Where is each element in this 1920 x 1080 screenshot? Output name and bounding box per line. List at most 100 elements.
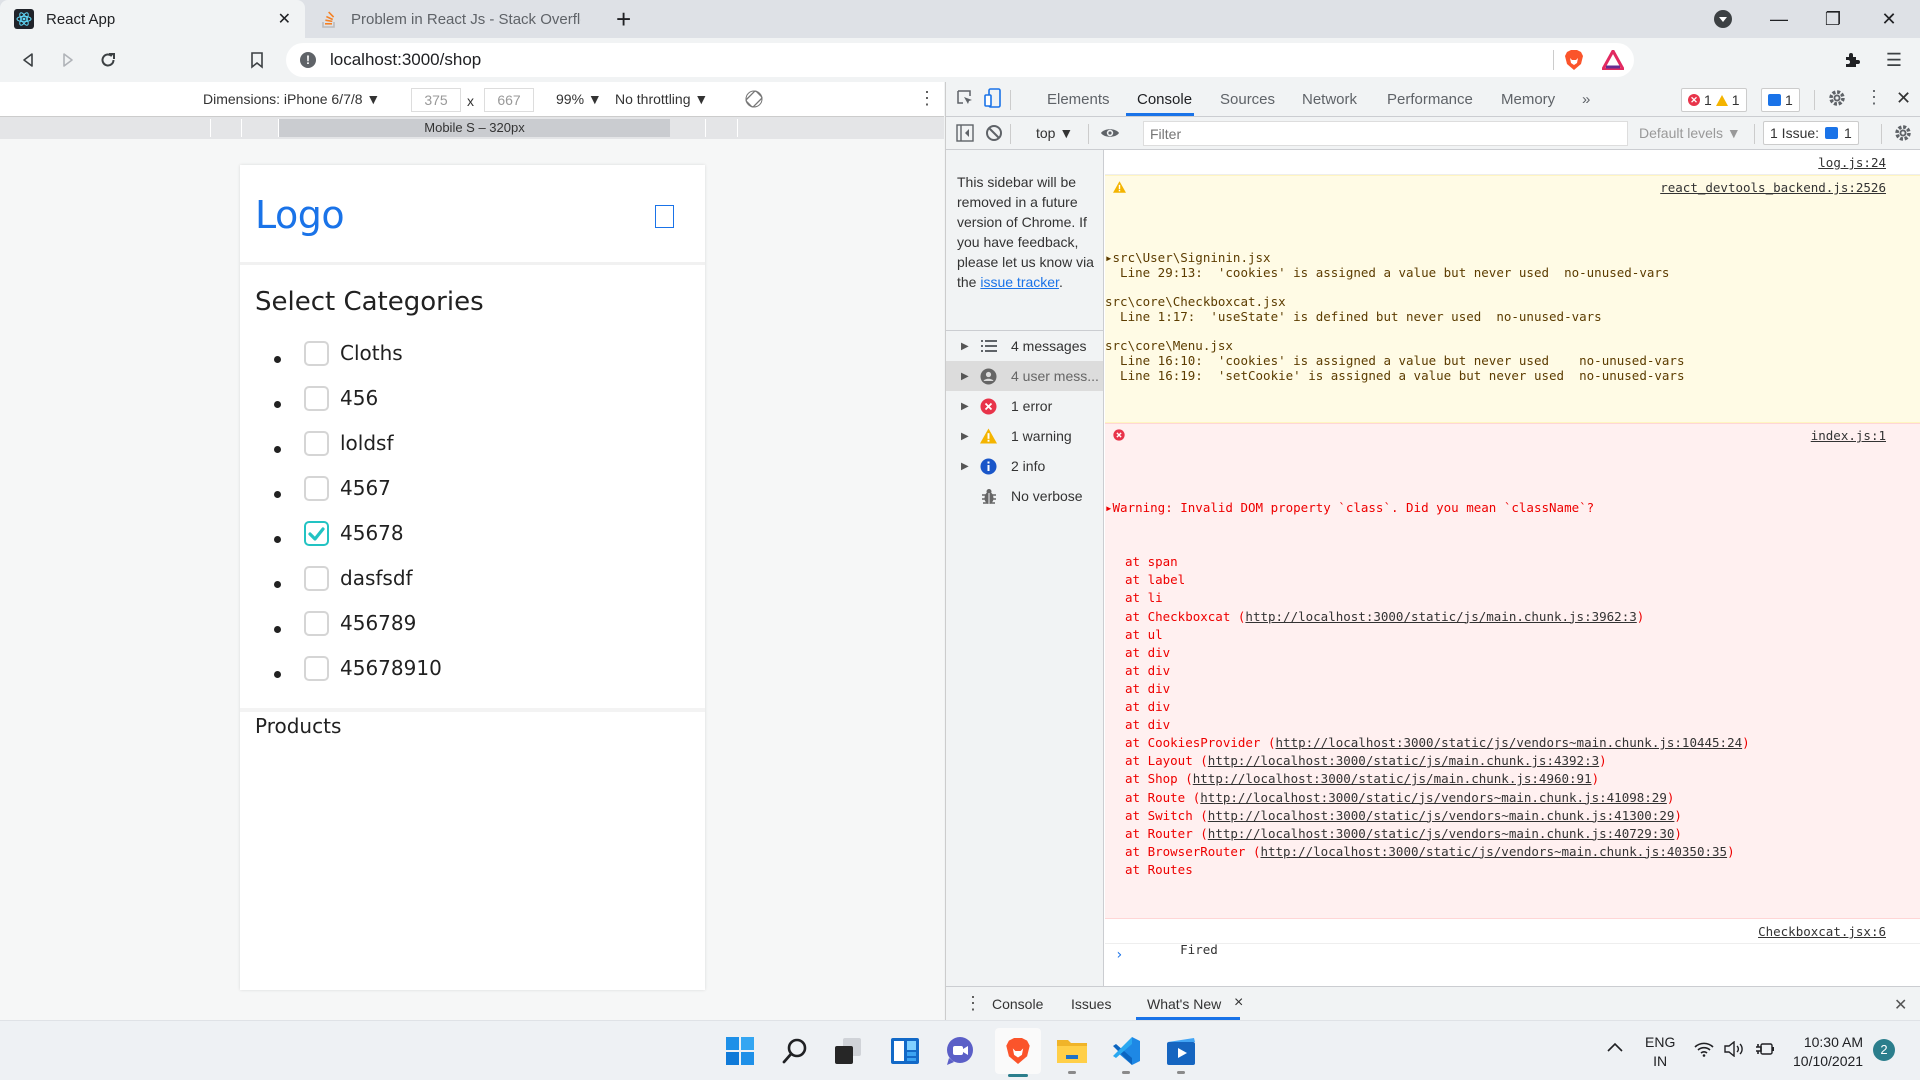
category-checkbox[interactable] <box>304 431 329 456</box>
issue-tracker-link[interactable]: issue tracker <box>980 274 1059 290</box>
url-text[interactable]: localhost:3000/shop <box>330 50 481 70</box>
sidebar-item-verbose[interactable]: No verbose <box>946 481 1103 511</box>
back-button[interactable] <box>14 46 42 74</box>
rotate-icon[interactable] <box>745 90 763 111</box>
drawer-tab-issues[interactable]: Issues <box>1071 996 1111 1012</box>
show-hidden-icons-chevron[interactable] <box>1607 1037 1623 1056</box>
tab-memory[interactable]: Memory <box>1501 91 1555 108</box>
tab-react-app[interactable]: React App ✕ <box>0 0 305 38</box>
devtools-more-icon[interactable]: ⋮ <box>1865 87 1883 108</box>
drawer-tab-console[interactable]: Console <box>992 996 1043 1012</box>
device-toggle-icon[interactable] <box>984 88 1002 112</box>
category-label[interactable]: 456 <box>340 386 378 410</box>
expand-arrow-icon[interactable]: ▶ <box>961 431 969 442</box>
sidebar-item-messages[interactable]: ▶ 4 messages <box>946 331 1103 361</box>
height-input[interactable]: 667 <box>484 88 534 112</box>
brave-rewards-icon[interactable] <box>1600 47 1626 75</box>
brave-shields-icon[interactable] <box>1564 49 1584 76</box>
extensions-icon[interactable] <box>1838 46 1866 74</box>
new-tab-button[interactable]: + <box>616 6 631 32</box>
forward-button[interactable] <box>54 46 82 74</box>
close-whats-new-icon[interactable]: × <box>1234 994 1243 1012</box>
stack-frame-link[interactable]: http://localhost:3000/static/js/main.chu… <box>1208 753 1599 768</box>
category-label[interactable]: 4567 <box>340 476 391 500</box>
context-select[interactable]: top ▼ <box>1036 125 1073 141</box>
category-label[interactable]: Cloths <box>340 341 403 365</box>
language-indicator[interactable]: ENG IN <box>1645 1033 1675 1071</box>
battery-charging-icon[interactable] <box>1755 1041 1775 1062</box>
settings-gear-icon[interactable] <box>1828 89 1846 111</box>
close-tab-icon[interactable]: ✕ <box>278 9 291 29</box>
category-label[interactable]: loldsf <box>340 431 394 455</box>
category-label[interactable]: 456789 <box>340 611 416 635</box>
zoom-select[interactable]: 99% ▼ <box>556 91 602 107</box>
start-icon[interactable] <box>720 1031 760 1071</box>
search-icon[interactable] <box>775 1031 815 1071</box>
log-levels-select[interactable]: Default levels ▼ <box>1639 125 1741 141</box>
tab-search-icon[interactable] <box>1700 0 1746 38</box>
category-checkbox[interactable] <box>304 611 329 636</box>
source-link[interactable]: Checkboxcat.jsx:6 <box>1758 923 1886 941</box>
expand-arrow-icon[interactable]: ▶ <box>961 371 969 382</box>
stack-frame-link[interactable]: http://localhost:3000/static/js/main.chu… <box>1193 771 1592 786</box>
tab-stackoverflow[interactable]: Problem in React Js - Stack Overflow <box>305 0 595 38</box>
tab-performance[interactable]: Performance <box>1387 91 1473 108</box>
category-checkbox[interactable] <box>304 386 329 411</box>
console-filter-input[interactable] <box>1143 121 1628 146</box>
console-error-row[interactable]: index.js:1 ▸Warning: Invalid DOM propert… <box>1105 423 1920 919</box>
source-link[interactable]: index.js:1 <box>1811 427 1886 445</box>
error-warning-counter[interactable]: ✕ 1 1 <box>1681 88 1747 112</box>
stack-frame-link[interactable]: http://localhost:3000/static/js/vendors~… <box>1276 735 1743 750</box>
address-bar[interactable]: ! localhost:3000/shop <box>286 43 1634 77</box>
category-checkbox[interactable] <box>304 341 329 366</box>
reload-button[interactable] <box>94 46 122 74</box>
category-checkbox[interactable] <box>304 566 329 591</box>
category-label[interactable]: dasfsdf <box>340 566 413 590</box>
console-warning-row[interactable]: react_devtools_backend.js:2526 ▸src\User… <box>1105 175 1920 424</box>
restore-button[interactable]: ❐ <box>1810 0 1856 38</box>
expand-arrow-icon[interactable]: ▶ <box>961 341 969 352</box>
stack-frame-link[interactable]: http://localhost:3000/static/js/main.chu… <box>1245 609 1636 624</box>
tab-sources[interactable]: Sources <box>1220 91 1275 108</box>
sidebar-toggle-icon[interactable] <box>956 124 974 145</box>
source-link[interactable]: log.js:24 <box>1818 154 1886 172</box>
sidebar-item-errors[interactable]: ▶ 1 error <box>946 391 1103 421</box>
stack-frame-link[interactable]: http://localhost:3000/static/js/vendors~… <box>1260 844 1727 859</box>
task-view-icon[interactable] <box>828 1031 868 1071</box>
expand-arrow-icon[interactable]: ▶ <box>961 461 969 472</box>
device-select[interactable]: Dimensions: iPhone 6/7/8 ▼ <box>203 91 380 107</box>
live-expression-eye-icon[interactable] <box>1100 124 1120 145</box>
clear-console-icon[interactable] <box>985 124 1003 145</box>
menu-icon[interactable]: ☰ <box>1880 46 1908 74</box>
chat-icon[interactable] <box>940 1031 980 1071</box>
stack-frame-link[interactable]: http://localhost:3000/static/js/vendors~… <box>1208 826 1675 841</box>
issues-button[interactable]: 1 Issue: 1 <box>1763 121 1859 145</box>
notification-badge[interactable]: 2 <box>1873 1039 1895 1061</box>
site-info-icon[interactable]: ! <box>300 52 316 68</box>
sidebar-item-info[interactable]: ▶ 2 info <box>946 451 1103 481</box>
category-checkbox[interactable] <box>304 521 329 546</box>
stack-frame-link[interactable]: http://localhost:3000/static/js/vendors~… <box>1200 790 1667 805</box>
logo[interactable]: Logo <box>255 193 345 237</box>
mobile-s-breakpoint[interactable]: Mobile S – 320px <box>278 119 670 137</box>
bookmark-icon[interactable] <box>243 46 271 74</box>
console-settings-icon[interactable] <box>1894 124 1912 145</box>
minimize-button[interactable]: — <box>1756 0 1802 38</box>
close-window-button[interactable]: ✕ <box>1866 0 1912 38</box>
message-counter[interactable]: 1 <box>1761 88 1800 112</box>
stack-frame-link[interactable]: http://localhost:3000/static/js/vendors~… <box>1208 808 1675 823</box>
more-tabs-button[interactable]: » <box>1582 91 1590 108</box>
device-more-icon[interactable]: ⋮ <box>918 88 936 109</box>
brave-icon[interactable] <box>995 1028 1041 1077</box>
file-explorer-icon[interactable] <box>1052 1031 1092 1074</box>
wifi-icon[interactable] <box>1694 1041 1714 1062</box>
close-devtools-icon[interactable]: ✕ <box>1896 88 1911 109</box>
clock[interactable]: 10:30 AM 10/10/2021 <box>1793 1033 1863 1071</box>
tab-console[interactable]: Console <box>1137 91 1192 108</box>
inspect-element-icon[interactable] <box>956 89 974 111</box>
vscode-icon[interactable] <box>1106 1031 1146 1074</box>
tab-elements[interactable]: Elements <box>1047 91 1110 108</box>
sidebar-item-warnings[interactable]: ▶ 1 warning <box>946 421 1103 451</box>
source-link[interactable]: react_devtools_backend.js:2526 <box>1660 179 1886 197</box>
width-input[interactable]: 375 <box>411 88 461 112</box>
